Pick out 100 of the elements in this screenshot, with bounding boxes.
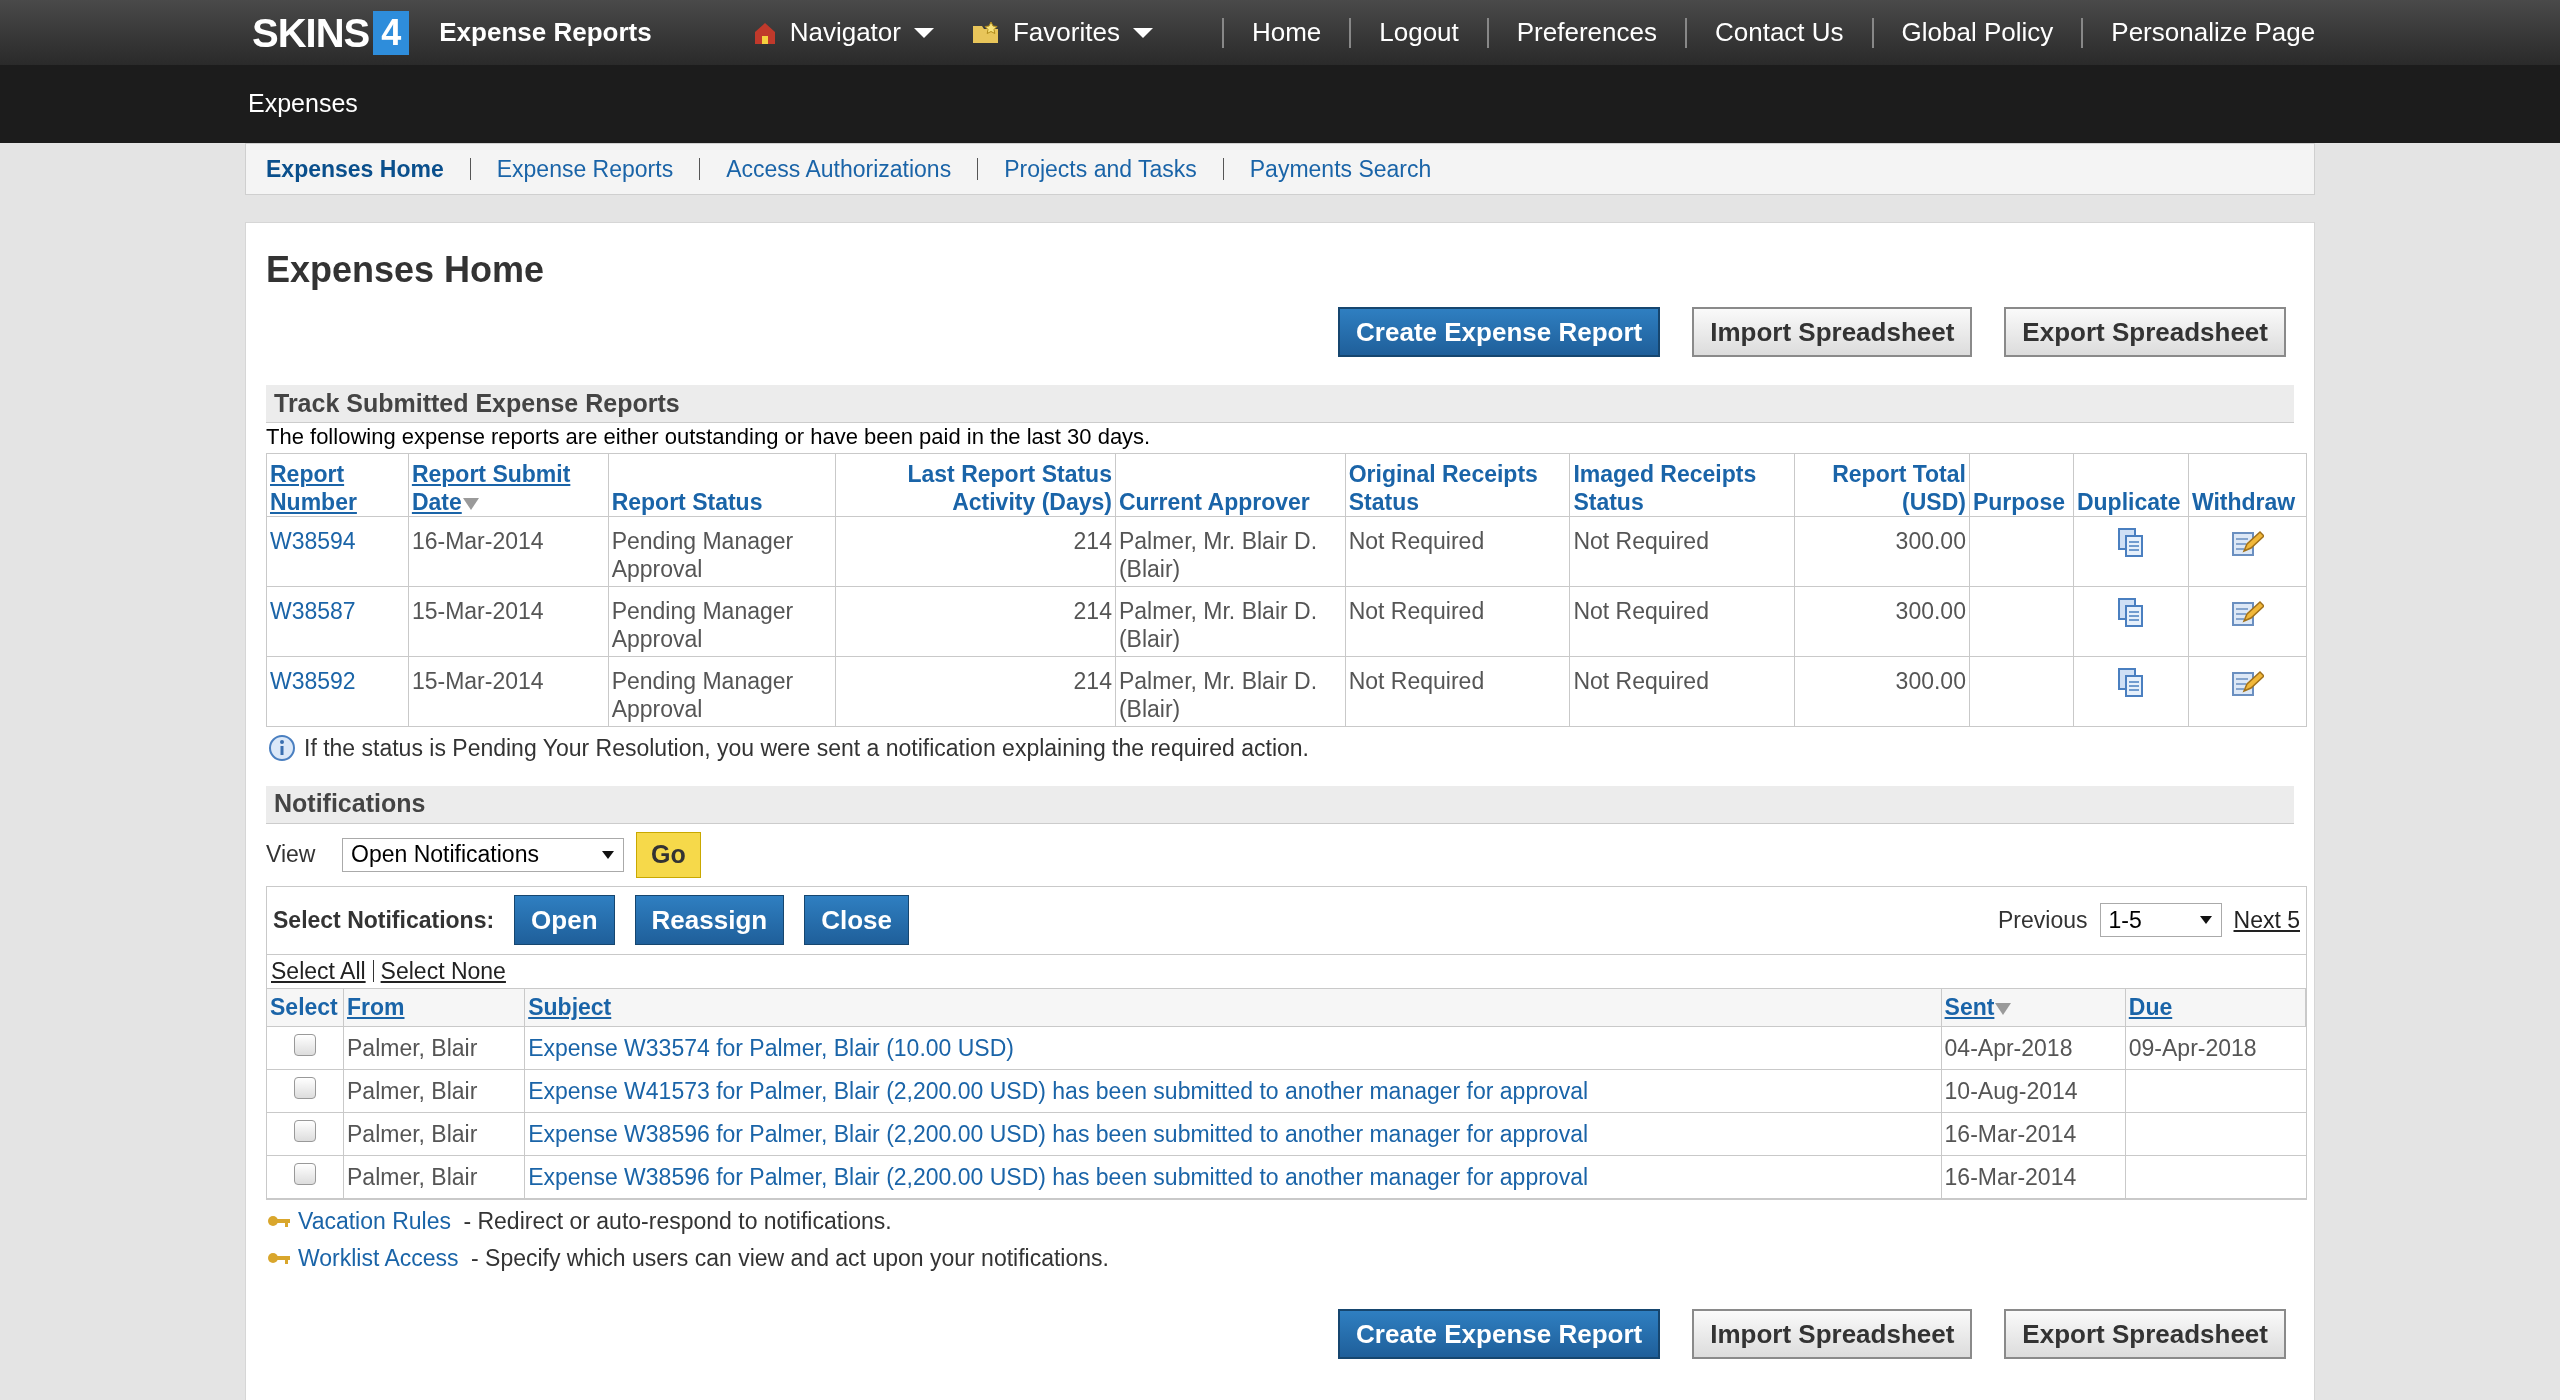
column-header: Purpose [1972,488,2066,516]
report-number-link[interactable]: W38592 [270,668,356,694]
row-checkbox[interactable] [294,1033,316,1056]
header-link[interactable]: Personalize Page [2111,13,2316,52]
sort-icon [1994,1001,2013,1016]
row-checkbox[interactable] [294,1119,316,1142]
page-title: Expenses Home [266,248,546,292]
link-description: - Redirect or auto-respond to notifications. [462,1207,892,1236]
column-header[interactable]: From [347,994,405,1020]
header-link[interactable]: Logout [1379,13,1459,52]
spreadsheet-button[interactable]: Import Spreadsheet [1692,307,1973,357]
table-cell: Not Required [1573,668,1709,694]
subnav-tab[interactable]: Expenses Home [266,151,444,187]
create-button[interactable]: Create Expense Report [1338,307,1661,357]
menu-button[interactable]: Favorites [970,13,1154,52]
column-header: Original Receipts Status [1348,460,1539,516]
table-cell: Pending Manager Approval [611,598,794,652]
table-cell: 04-Apr-2018 [1944,1034,2073,1061]
select-all-link[interactable]: Select All [271,953,366,989]
header-link[interactable]: Global Policy [1901,13,2054,52]
duplicate-icon[interactable] [2115,597,2146,629]
next-link[interactable]: Next 5 [2233,902,2300,938]
report-number-link[interactable]: W38594 [270,528,356,554]
table-cell: 300.00 [1895,668,1966,694]
table-cell: Palmer, Blair [347,1120,478,1147]
row-checkbox[interactable] [294,1162,316,1185]
folder-star-icon [970,19,1001,46]
action-button[interactable]: Close [804,895,909,945]
go-button[interactable]: Go [636,831,701,878]
info-note: If the status is Pending Your Resolution, you were sent a notification explaining the required action. [304,734,1309,763]
action-button[interactable]: Open [514,895,615,945]
table-cell: 300.00 [1895,598,1966,624]
table-cell: Not Required [1348,668,1485,694]
column-header: Duplicate [2076,488,2182,516]
table-cell: Not Required [1348,528,1485,554]
menu-button[interactable]: Navigator [751,13,935,52]
column-header[interactable]: Subject [528,994,612,1020]
table-cell: 09-Apr-2018 [2128,1034,2257,1061]
table-cell: 16-Mar-2014 [1944,1120,2077,1147]
header-link[interactable]: Contact Us [1714,13,1844,52]
subject-link[interactable]: Expense W41573 for Palmer, Blair (2,200.00 USD) has been submitted to another manager for approval [528,1077,1589,1104]
table-cell: 15-Mar-2014 [411,598,544,624]
table-cell: Palmer, Blair [347,1163,478,1190]
menu-label: Favorites [1012,16,1120,49]
table-cell: 15-Mar-2014 [411,668,544,694]
column-header[interactable]: Report Submit Date [411,460,605,516]
column-header: Current Approver [1118,488,1311,516]
subnav-tab[interactable]: Projects and Tasks [1004,151,1197,187]
duplicate-icon[interactable] [2115,527,2146,559]
app-title: Expense Reports [439,16,652,49]
subject-link[interactable]: Expense W33574 for Palmer, Blair (10.00 USD) [528,1034,1014,1061]
duplicate-icon[interactable] [2115,667,2146,699]
subnav-tab[interactable]: Access Authorizations [726,151,952,187]
info-icon [268,734,296,763]
spreadsheet-button[interactable]: Export Spreadsheet [2004,307,2286,357]
table-cell: Palmer, Blair [347,1077,478,1104]
select-none-link[interactable]: Select None [380,953,506,989]
column-header[interactable]: Due [2128,994,2173,1020]
column-header: Imaged Receipts Status [1573,460,1758,516]
subject-link[interactable]: Expense W38596 for Palmer, Blair (2,200.00 USD) has been submitted to another manager for approval [528,1120,1589,1147]
section-header: Notifications [266,785,2294,824]
table-cell: Palmer, Mr. Blair D. (Blair) [1118,528,1318,582]
range-dropdown[interactable]: 1-5 [2099,903,2222,937]
dropdown-arrow-icon [601,849,615,860]
column-header[interactable]: Sent [1944,994,2013,1020]
link-description: - Specify which users can view and act upon your notifications. [470,1243,1109,1273]
section-description: The following expense reports are either outstanding or have been paid in the last 30 days. [266,423,1152,451]
subnav-tab[interactable]: Expense Reports [496,151,674,187]
table-cell: Palmer, Mr. Blair D. (Blair) [1118,598,1318,652]
view-dropdown[interactable]: Open Notifications [342,837,624,872]
header-link[interactable]: Preferences [1516,13,1657,52]
column-header: Withdraw [2191,488,2297,516]
table-cell: 16-Mar-2014 [1944,1163,2077,1190]
row-checkbox[interactable] [294,1076,316,1099]
table-cell: Not Required [1573,528,1709,554]
settings-link[interactable]: Vacation Rules [298,1204,451,1239]
view-label: View [266,840,317,870]
table-cell: Not Required [1348,598,1485,624]
subnav-tab[interactable]: Payments Search [1249,151,1432,187]
table-cell: 10-Aug-2014 [1944,1077,2078,1104]
header-link[interactable]: Home [1251,13,1322,52]
spreadsheet-button[interactable]: Export Spreadsheet [2004,1309,2286,1359]
create-button[interactable]: Create Expense Report [1338,1309,1661,1359]
subject-link[interactable]: Expense W38596 for Palmer, Blair (2,200.00 USD) has been submitted to another manager for approval [528,1163,1589,1190]
section-title: Expenses [248,88,358,120]
logo-badge: 4 [373,10,410,55]
table-cell: 214 [1073,668,1112,694]
column-header[interactable]: Report Number [270,460,405,516]
menu-label: Navigator [789,16,901,49]
table-cell: 214 [1073,528,1112,554]
report-number-link[interactable]: W38587 [270,598,356,624]
caret-icon [912,26,935,39]
column-header: Select [270,994,338,1020]
action-button[interactable]: Reassign [634,895,785,945]
settings-link[interactable]: Worklist Access [298,1240,459,1275]
previous-label: Previous [1998,905,2088,935]
spreadsheet-button[interactable]: Import Spreadsheet [1692,1309,1973,1359]
select-label: Select Notifications: [273,905,495,935]
table-cell: Not Required [1573,598,1709,624]
table-cell: 214 [1073,598,1112,624]
